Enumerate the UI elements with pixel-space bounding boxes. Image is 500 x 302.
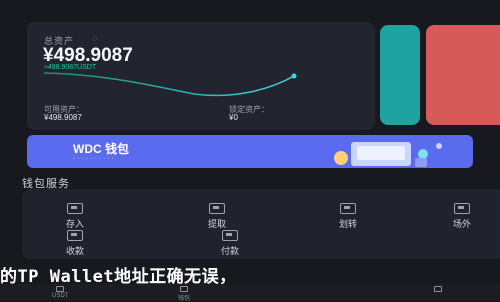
locked-assets-value: ¥0: [229, 113, 238, 122]
bottom-tab-bar: USDT 钱包: [0, 284, 500, 302]
asset-trend-chart: [44, 72, 297, 97]
tab-label: 钱包: [178, 296, 191, 302]
asset-trend-point: [291, 73, 297, 79]
pay-icon: [222, 230, 238, 241]
tab-profile[interactable]: [434, 286, 442, 293]
available-assets-value: ¥498.9087: [44, 113, 82, 122]
coin-icon: [56, 286, 65, 292]
service-pay-button[interactable]: 付款: [200, 230, 260, 257]
service-label: 提取: [207, 219, 226, 229]
tab-usdt[interactable]: USDT: [52, 286, 68, 299]
service-label: 收款: [65, 246, 84, 256]
withdraw-icon: [209, 203, 225, 214]
tab-label: USDT: [52, 293, 69, 299]
service-withdraw-button[interactable]: 提取: [187, 203, 247, 230]
asset-card-next-teal[interactable]: [380, 25, 420, 125]
wallet-services-panel: 存入 提取 划转 场外 收款 付款: [22, 189, 500, 259]
wallet-icon: [180, 286, 188, 292]
transfer-icon: [340, 203, 356, 214]
otc-icon: [454, 203, 470, 214]
asset-trend-line: [44, 72, 295, 97]
service-label: 存入: [65, 219, 84, 229]
banner-subtitle: · · · · · · · · · ·: [73, 155, 114, 162]
asset-card-next-red[interactable]: [426, 25, 500, 125]
service-label: 场外: [452, 219, 471, 229]
service-receive-button[interactable]: 收款: [45, 230, 105, 257]
service-transfer-button[interactable]: 划转: [318, 203, 378, 230]
eye-icon[interactable]: ◌: [92, 33, 97, 43]
deposit-icon: [67, 203, 83, 214]
service-deposit-button[interactable]: 存入: [45, 203, 105, 230]
wdc-wallet-banner[interactable]: WDC 钱包 · · · · · · · · · ·: [27, 135, 473, 168]
service-label: 付款: [220, 246, 239, 256]
service-otc-button[interactable]: 场外: [432, 203, 492, 230]
profile-icon: [434, 286, 442, 292]
service-label: 划转: [338, 219, 357, 229]
banner-illustration-icon: [334, 142, 442, 167]
receive-icon: [67, 230, 83, 241]
